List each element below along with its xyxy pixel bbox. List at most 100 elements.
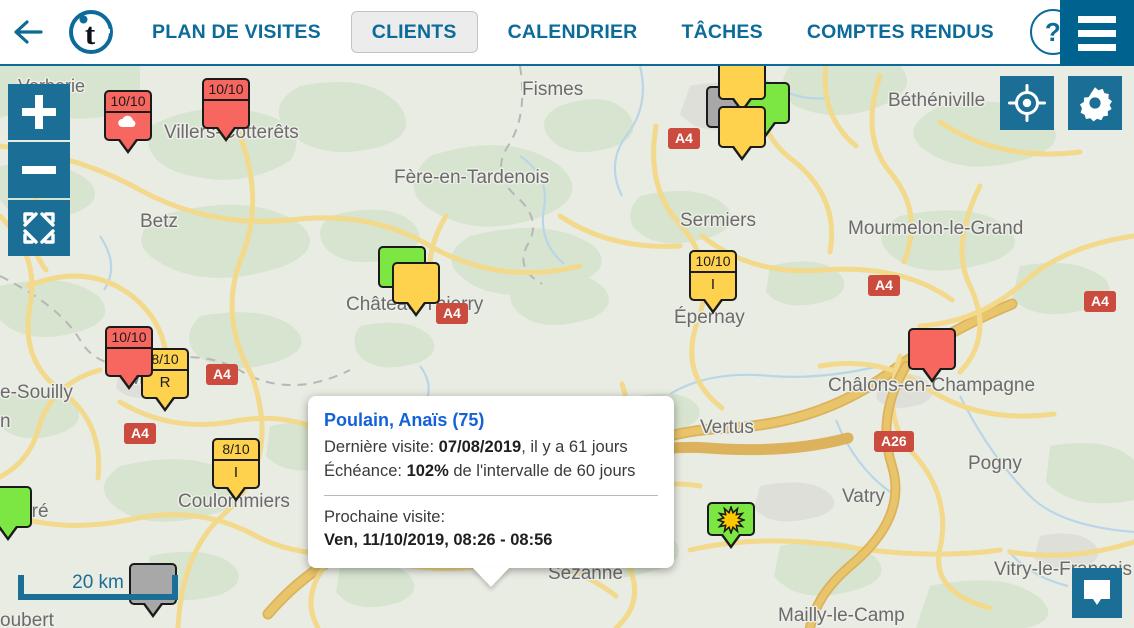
hamburger-menu-icon[interactable]: [1060, 0, 1134, 66]
marker-body: [707, 502, 755, 536]
minus-icon: [22, 166, 56, 174]
popup-next-visit-value: Ven, 11/10/2019, 08:26 - 08:56: [324, 530, 553, 549]
marker-pointer: [731, 146, 753, 161]
back-arrow-icon[interactable]: [0, 0, 62, 65]
road-shield-a4: A4: [868, 275, 900, 296]
road-shield-a26: A26: [874, 431, 914, 452]
marker-chateau-yellow[interactable]: [392, 262, 440, 317]
marker-reims-yellow-2[interactable]: [718, 106, 766, 161]
marker-chalons[interactable]: [908, 328, 956, 383]
popup-pointer-arrow: [472, 567, 510, 588]
marker-reims-yellow-1[interactable]: [718, 66, 766, 113]
road-shield-a4: A4: [206, 364, 238, 385]
zoom-out-button[interactable]: [8, 142, 70, 198]
marker-status-label: [131, 565, 175, 603]
marker-body: [129, 563, 177, 605]
marker-body: [392, 262, 440, 304]
road-shield-a4: A4: [436, 303, 468, 324]
marker-epernay[interactable]: 10/10 I: [689, 250, 737, 314]
gear-icon: [1080, 87, 1112, 122]
hamburger-bar-2: [1078, 29, 1116, 37]
settings-button[interactable]: [1068, 76, 1122, 130]
marker-status-label: [204, 101, 248, 127]
marker-mtcarre-green[interactable]: [0, 486, 32, 541]
marker-pointer: [921, 368, 943, 383]
popup-last-visit: Dernière visite: 07/08/2019, il y a 61 j…: [324, 436, 658, 460]
marker-pointer: [702, 299, 724, 314]
road-shield-a4: A4: [124, 423, 156, 444]
marker-body: [718, 66, 766, 100]
nav-comptes-rendus[interactable]: COMPTES RENDUS: [785, 0, 1016, 65]
plus-icon: [22, 95, 56, 129]
client-info-popup[interactable]: Poulain, Anaïs (75) Dernière visite: 07/…: [308, 396, 674, 588]
zoom-controls: [8, 84, 70, 258]
marker-count-label: 8/10: [214, 440, 258, 461]
road-shield-a4: A4: [668, 128, 700, 149]
popup-next-visit-label: Prochaine visite:: [324, 507, 446, 526]
marker-pointer: [720, 534, 742, 549]
chat-button[interactable]: [1072, 568, 1122, 618]
popup-client-name: Poulain, Anaïs (75): [324, 410, 485, 430]
app-logo[interactable]: t: [62, 0, 120, 65]
popup-deadline-value: 102%: [406, 461, 449, 480]
marker-star-green[interactable]: [707, 502, 755, 549]
nav-taches[interactable]: TÂCHES: [659, 0, 784, 65]
popup-deadline-label: Échéance:: [324, 461, 402, 480]
popup-last-visit-label: Dernière visite:: [324, 438, 435, 456]
marker-pointer: [225, 487, 247, 502]
marker-pointer: [117, 139, 139, 154]
marker-pointer: [142, 603, 164, 618]
svg-text:t: t: [85, 16, 96, 51]
marker-pointer: [405, 302, 427, 317]
marker-body: [718, 106, 766, 148]
application-root: t PLAN DE VISITES CLIENTS CALENDRIER TÂC…: [0, 0, 1134, 628]
marker-pointer: [0, 526, 19, 541]
popup-last-visit-date: 07/08/2019: [438, 438, 522, 456]
nav-plan-de-visites[interactable]: PLAN DE VISITES: [130, 0, 343, 65]
marker-status-label: [0, 488, 30, 526]
fullscreen-expand-icon: [23, 212, 55, 244]
marker-count-label: 10/10: [204, 80, 248, 101]
locate-crosshair-icon: [1008, 84, 1046, 122]
marker-body: 10/10: [104, 90, 152, 141]
top-navigation-bar: t PLAN DE VISITES CLIENTS CALENDRIER TÂC…: [0, 0, 1134, 66]
marker-meaux-red[interactable]: 10/10: [105, 326, 153, 390]
marker-body: [0, 486, 32, 528]
popup-last-visit-ago: , il y a 61 jours: [521, 438, 628, 456]
marker-status-label: [394, 264, 438, 302]
marker-status-label: I: [710, 276, 716, 293]
locate-button[interactable]: [1000, 76, 1054, 130]
marker-body: 10/10: [202, 78, 250, 129]
hamburger-bar-1: [1078, 15, 1116, 23]
marker-status-label: [720, 66, 764, 98]
starburst-icon: [709, 504, 753, 536]
nav-calendrier[interactable]: CALENDRIER: [486, 0, 660, 65]
marker-status-label: I: [233, 464, 239, 481]
popup-deadline: Échéance: 102% de l'intervalle de 60 jou…: [324, 460, 658, 484]
nav-clients[interactable]: CLIENTS: [350, 11, 478, 53]
marker-body: 10/10 I: [689, 250, 737, 301]
popup-divider: [324, 494, 658, 496]
marker-status-label: [720, 108, 764, 146]
marker-scale-gray[interactable]: [129, 563, 177, 618]
marker-body: 10/10: [105, 326, 153, 377]
map-view[interactable]: Verberie Villers-Cotterêts Fismes Béthén…: [0, 66, 1134, 628]
marker-verberie[interactable]: 10/10: [104, 90, 152, 154]
marker-count-label: 10/10: [691, 252, 735, 273]
marker-coulommiers[interactable]: 8/10 I: [212, 438, 260, 502]
marker-villers[interactable]: 10/10: [202, 78, 250, 142]
main-nav: PLAN DE VISITES CLIENTS CALENDRIER TÂCHE…: [130, 0, 1134, 65]
road-shield-a4: A4: [1084, 291, 1116, 312]
marker-status-label: [107, 349, 151, 375]
marker-count-label: 10/10: [106, 92, 150, 113]
fullscreen-button[interactable]: [8, 200, 70, 256]
marker-pointer: [215, 127, 237, 142]
chat-bubble-icon: [1084, 580, 1110, 605]
marker-body: [908, 328, 956, 370]
zoom-in-button[interactable]: [8, 84, 70, 140]
marker-pointer: [154, 397, 176, 412]
marker-body: 8/10 I: [212, 438, 260, 489]
marker-pointer: [118, 375, 140, 390]
cloud-icon: [106, 113, 150, 139]
marker-count-label: 10/10: [107, 328, 151, 349]
